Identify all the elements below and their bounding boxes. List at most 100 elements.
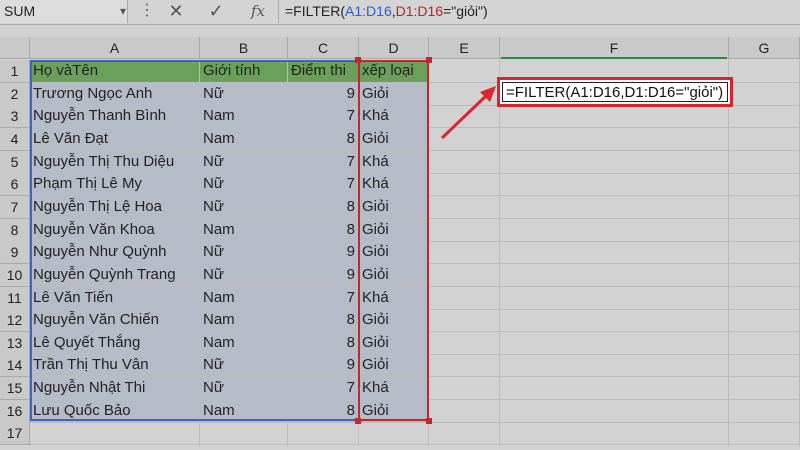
table-cell[interactable]: 7 [288, 105, 359, 129]
table-cell[interactable]: 8 [288, 195, 359, 219]
table-cell[interactable]: Phạm Thị Lê My [30, 173, 200, 197]
empty-cell[interactable] [500, 105, 729, 129]
column-header-e[interactable]: E [429, 37, 500, 59]
empty-cell[interactable] [200, 422, 288, 446]
table-cell[interactable]: 8 [288, 127, 359, 151]
row-header[interactable]: 2 [0, 82, 30, 106]
table-cell[interactable]: Khá [359, 286, 429, 310]
table-cell[interactable]: Nguyễn Thị Thu Diệu [30, 150, 200, 174]
row-header[interactable]: 12 [0, 309, 30, 333]
table-cell[interactable]: Giỏi [359, 195, 429, 219]
table-cell[interactable]: 9 [288, 263, 359, 287]
table-cell[interactable]: Nam [200, 286, 288, 310]
table-header-cell[interactable]: Điểm thi [288, 60, 359, 83]
empty-cell[interactable] [729, 218, 800, 242]
table-cell[interactable]: Nữ [200, 354, 288, 378]
table-cell[interactable]: 8 [288, 218, 359, 242]
table-cell[interactable]: Khá [359, 105, 429, 129]
table-cell[interactable]: 9 [288, 354, 359, 378]
table-cell[interactable]: Giỏi [359, 263, 429, 287]
table-cell[interactable]: 7 [288, 377, 359, 401]
range-handle[interactable] [355, 418, 361, 424]
row-header[interactable]: 9 [0, 241, 30, 265]
empty-cell[interactable] [500, 195, 729, 219]
table-cell[interactable]: Nguyễn Thanh Bình [30, 105, 200, 129]
empty-cell[interactable] [429, 218, 500, 242]
active-cell-f2[interactable]: =FILTER(A1:D16,D1:D16="giỏi") [497, 77, 733, 107]
empty-cell[interactable] [500, 218, 729, 242]
row-header[interactable]: 13 [0, 331, 30, 355]
table-cell[interactable]: Nữ [200, 173, 288, 197]
column-header-c[interactable]: C [288, 37, 359, 59]
row-header[interactable]: 1 [0, 60, 30, 83]
table-cell[interactable]: Giỏi [359, 218, 429, 242]
table-cell[interactable]: Nguyễn Nhật Thi [30, 377, 200, 401]
range-handle[interactable] [426, 57, 432, 63]
column-header-f[interactable]: F [500, 37, 729, 59]
table-cell[interactable]: Giỏi [359, 331, 429, 355]
table-cell[interactable]: 8 [288, 399, 359, 423]
table-header-cell[interactable]: Họ vàTên [30, 60, 200, 83]
empty-cell[interactable] [500, 331, 729, 355]
empty-cell[interactable] [729, 377, 800, 401]
table-cell[interactable]: Giỏi [359, 354, 429, 378]
empty-cell[interactable] [429, 399, 500, 423]
table-cell[interactable]: Nữ [200, 82, 288, 106]
empty-cell[interactable] [729, 309, 800, 333]
empty-cell[interactable] [729, 82, 800, 106]
table-cell[interactable]: Nữ [200, 150, 288, 174]
table-cell[interactable]: Nguyễn Quỳnh Trang [30, 263, 200, 287]
table-cell[interactable]: Nữ [200, 195, 288, 219]
table-cell[interactable]: Nguyễn Thị Lệ Hoa [30, 195, 200, 219]
table-cell[interactable]: Lê Quyết Thắng [30, 331, 200, 355]
table-cell[interactable]: Nguyễn Văn Khoa [30, 218, 200, 242]
table-cell[interactable]: Nguyễn Như Quỳnh [30, 241, 200, 265]
row-header[interactable]: 16 [0, 399, 30, 423]
table-cell[interactable]: Khá [359, 173, 429, 197]
empty-cell[interactable] [500, 173, 729, 197]
row-header[interactable]: 17 [0, 422, 30, 446]
empty-cell[interactable] [500, 309, 729, 333]
empty-cell[interactable] [729, 60, 800, 83]
empty-cell[interactable] [729, 195, 800, 219]
empty-cell[interactable] [288, 422, 359, 446]
empty-cell[interactable] [429, 60, 500, 83]
empty-cell[interactable] [729, 399, 800, 423]
table-cell[interactable]: Nam [200, 309, 288, 333]
table-cell[interactable]: 9 [288, 82, 359, 106]
empty-cell[interactable] [429, 173, 500, 197]
empty-cell[interactable] [30, 422, 200, 446]
row-header[interactable]: 7 [0, 195, 30, 219]
row-header[interactable]: 15 [0, 377, 30, 401]
row-header[interactable]: 4 [0, 127, 30, 151]
table-cell[interactable]: Nam [200, 127, 288, 151]
row-header[interactable]: 14 [0, 354, 30, 378]
empty-cell[interactable] [729, 286, 800, 310]
empty-cell[interactable] [729, 150, 800, 174]
empty-cell[interactable] [729, 105, 800, 129]
table-cell[interactable]: Nữ [200, 241, 288, 265]
table-cell[interactable]: Nam [200, 331, 288, 355]
empty-cell[interactable] [729, 127, 800, 151]
select-all-corner[interactable] [0, 37, 30, 59]
row-header[interactable]: 11 [0, 286, 30, 310]
empty-cell[interactable] [429, 150, 500, 174]
column-header-a[interactable]: A [30, 37, 200, 59]
table-cell[interactable]: Giỏi [359, 127, 429, 151]
table-cell[interactable]: Nguyễn Văn Chiến [30, 309, 200, 333]
empty-cell[interactable] [429, 422, 500, 446]
empty-cell[interactable] [429, 354, 500, 378]
row-header[interactable]: 3 [0, 105, 30, 129]
table-cell[interactable]: Nam [200, 105, 288, 129]
empty-cell[interactable] [429, 309, 500, 333]
table-cell[interactable]: Lê Văn Đạt [30, 127, 200, 151]
table-cell[interactable]: Giỏi [359, 399, 429, 423]
empty-cell[interactable] [500, 263, 729, 287]
column-header-b[interactable]: B [200, 37, 288, 59]
empty-cell[interactable] [429, 241, 500, 265]
empty-cell[interactable] [429, 263, 500, 287]
empty-cell[interactable] [500, 399, 729, 423]
table-cell[interactable]: 7 [288, 286, 359, 310]
table-header-cell[interactable]: Giới tính [200, 60, 288, 83]
empty-cell[interactable] [500, 127, 729, 151]
